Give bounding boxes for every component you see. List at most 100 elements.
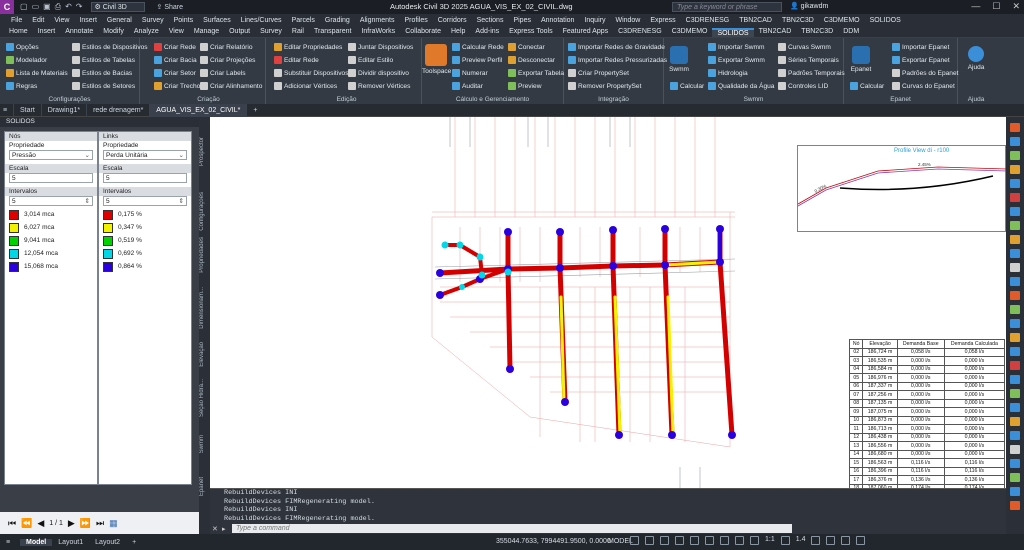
importar-epanet-button[interactable]: Importar Epanet — [892, 43, 949, 51]
criar-rede-button[interactable]: Criar Rede — [154, 43, 196, 51]
doc-tab-rede-drenagem[interactable]: rede drenagem* — [87, 103, 151, 117]
estilos-setores-button[interactable]: Estilos de Setores — [72, 82, 135, 90]
side-tab[interactable]: Epanet — [199, 477, 210, 496]
criar-trecho-button[interactable]: Criar Trecho — [154, 82, 200, 90]
side-tab[interactable]: Dimensionam... — [199, 287, 210, 329]
numerar-button[interactable]: Numerar — [452, 69, 488, 77]
lineweight-icon[interactable] — [720, 536, 729, 545]
menu-item[interactable]: Lines/Curves — [236, 17, 287, 24]
ribbon-tab[interactable]: Manage — [189, 28, 224, 37]
last-page-icon[interactable]: ⏭ — [96, 518, 104, 529]
ortho-icon[interactable] — [660, 536, 669, 545]
curvas-epanet-button[interactable]: Curvas do Epanet — [892, 82, 955, 90]
new-icon[interactable]: ▢ — [20, 2, 28, 12]
side-tab[interactable]: Prospector — [199, 137, 210, 166]
menu-item[interactable]: Survey — [137, 17, 169, 24]
color-swatch[interactable] — [9, 248, 19, 259]
open-icon[interactable]: ▭ — [32, 2, 40, 12]
profile-view[interactable]: Profile View di - r100 2.45% 0.30% — [797, 145, 1007, 232]
estilos-bacias-button[interactable]: Estilos de Bacias — [72, 69, 132, 77]
menu-item[interactable]: TBN2C3D — [777, 17, 819, 24]
lista-materiais-button[interactable]: Lista de Materiais — [6, 69, 68, 77]
tool-icon[interactable] — [1010, 179, 1020, 188]
links-property-select[interactable]: Perda Unitária ⌄ — [103, 150, 187, 160]
layout2-tab[interactable]: Layout2 — [89, 539, 126, 546]
menu-item[interactable]: SOLIDOS — [865, 17, 906, 24]
menu-item[interactable]: Profiles — [399, 17, 432, 24]
doc-tab-start[interactable]: Start — [14, 103, 42, 117]
close-icon[interactable]: ✕ — [1012, 1, 1020, 12]
layout1-tab[interactable]: Layout1 — [52, 539, 89, 546]
tool-icon[interactable] — [1010, 235, 1020, 244]
menu-item[interactable]: Alignments — [355, 17, 400, 24]
links-intervals-stepper[interactable]: 5 ⇕ — [103, 196, 187, 206]
menu-item[interactable]: Parcels — [287, 17, 320, 24]
controles-lid-button[interactable]: Controles LID — [778, 82, 828, 90]
tool-icon[interactable] — [1010, 249, 1020, 258]
exportar-tabela-button[interactable]: Exportar Tabela — [508, 69, 564, 77]
criar-bacia-button[interactable]: Criar Bacia — [154, 56, 197, 64]
padroes-epanet-button[interactable]: Padrões do Epanet — [892, 69, 958, 77]
prev-page-icon[interactable]: ◀ — [37, 518, 44, 529]
annotation-scale[interactable]: 1:1 — [765, 536, 775, 545]
dividir-dispositivo-button[interactable]: Dividir dispositivo — [348, 69, 409, 77]
undo-icon[interactable]: ↶ — [65, 2, 72, 12]
model-tab[interactable]: Model — [20, 538, 53, 546]
criar-alinhamento-button[interactable]: Criar Alinhamento — [200, 82, 262, 90]
criar-relatorio-button[interactable]: Criar Relatório — [200, 43, 253, 51]
preview-button[interactable]: Preview — [508, 82, 541, 90]
remover-propertyset-button[interactable]: Remover PropertySet — [568, 82, 641, 90]
print-icon[interactable]: ⎙ — [55, 2, 61, 12]
tool-icon[interactable] — [1010, 263, 1020, 272]
color-swatch[interactable] — [103, 261, 113, 272]
side-tab[interactable]: Seção Hidrá... — [199, 379, 210, 417]
color-swatch[interactable] — [9, 222, 19, 233]
ribbon-tab[interactable]: TBN2C3D — [796, 28, 838, 37]
customize-icon[interactable] — [856, 536, 866, 545]
side-tab[interactable]: Propriedades — [199, 237, 210, 273]
doc-tab-drawing1[interactable]: Drawing1* — [42, 103, 88, 117]
color-swatch[interactable] — [9, 235, 19, 246]
ribbon-tab[interactable]: TBN2CAD — [754, 28, 797, 37]
menu-item[interactable]: Surfaces — [198, 17, 236, 24]
tool-icon[interactable] — [1010, 207, 1020, 216]
tool-icon[interactable] — [1010, 431, 1020, 440]
tool-icon[interactable] — [1010, 123, 1020, 132]
color-swatch[interactable] — [103, 235, 113, 246]
toolspace-button[interactable]: Toolspace — [422, 44, 451, 75]
lineweight-value[interactable]: 1.4 — [796, 536, 806, 545]
desconectar-button[interactable]: Desconectar — [508, 56, 555, 64]
workspace-icon[interactable] — [811, 536, 821, 545]
export-icon[interactable]: ▦ — [109, 518, 118, 529]
menu-item[interactable]: Insert — [74, 17, 102, 24]
new-tab-icon[interactable]: + — [247, 104, 263, 117]
substituir-dispositivos-button[interactable]: Substituir Dispositivos — [274, 69, 349, 77]
color-swatch[interactable] — [103, 222, 113, 233]
series-temporais-button[interactable]: Séries Temporais — [778, 56, 839, 64]
ribbon-tab[interactable]: Home — [4, 28, 33, 37]
criar-setor-button[interactable]: Criar Setor — [154, 69, 196, 77]
tool-icon[interactable] — [1010, 165, 1020, 174]
side-tab[interactable]: Elevação — [199, 342, 210, 367]
editar-propriedades-button[interactable]: Editar Propriedades — [274, 43, 342, 51]
auditar-button[interactable]: Auditar — [452, 82, 483, 90]
exportar-swmm-button[interactable]: Exportar Swmm — [708, 56, 765, 64]
side-tab[interactable]: Swmm — [199, 435, 210, 453]
ribbon-tab[interactable]: Help — [446, 28, 470, 37]
tool-icon[interactable] — [1010, 375, 1020, 384]
ribbon-tab[interactable]: DDM — [838, 28, 864, 37]
tool-icon[interactable] — [1010, 305, 1020, 314]
tool-icon[interactable] — [1010, 459, 1020, 468]
grid-icon[interactable] — [630, 536, 639, 545]
menu-item[interactable]: C3DMEMO — [819, 17, 865, 24]
tool-icon[interactable] — [1010, 487, 1020, 496]
menu-item[interactable]: Window — [610, 17, 645, 24]
criar-propertyset-button[interactable]: Criar PropertySet — [568, 69, 629, 77]
search-input[interactable]: Type a keyword or phrase — [672, 2, 782, 12]
ribbon-tab[interactable]: Modify — [98, 28, 129, 37]
criar-projecoes-button[interactable]: Criar Projeções — [200, 56, 255, 64]
isolate-icon[interactable] — [826, 536, 836, 545]
estilos-tabelas-button[interactable]: Estilos de Tabelas — [72, 56, 135, 64]
command-input[interactable]: Type a command — [232, 524, 792, 533]
menu-item[interactable]: C3DRENESG — [681, 17, 735, 24]
